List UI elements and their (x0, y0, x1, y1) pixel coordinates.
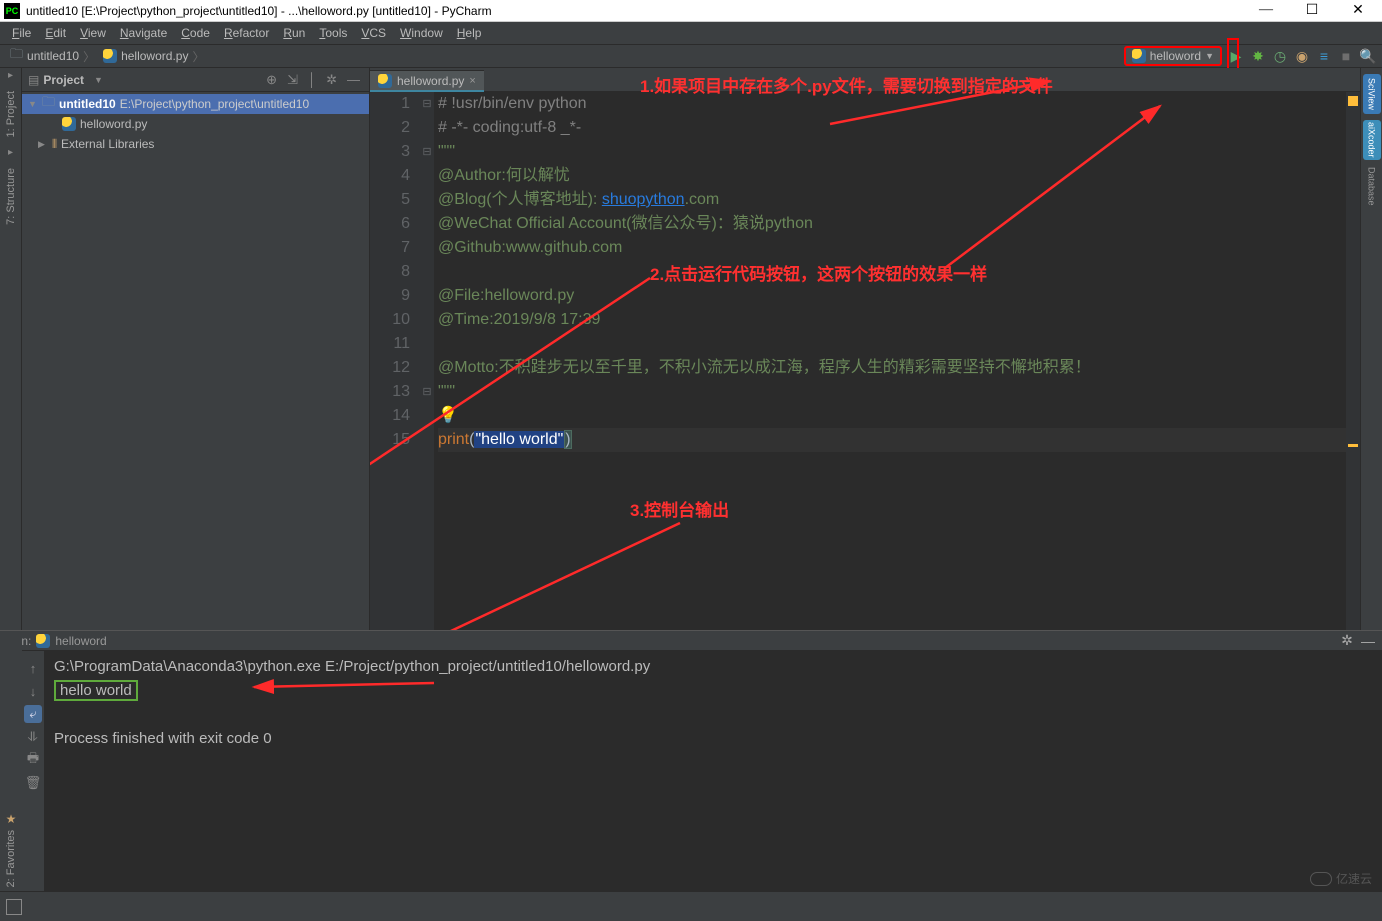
print-icon[interactable]: 🖶 (24, 751, 42, 769)
breadcrumb-file[interactable]: helloword.py 〉 (99, 48, 208, 65)
soft-wrap-icon[interactable]: ⤶ (24, 705, 42, 723)
python-file-icon (103, 49, 117, 63)
watermark-text: 亿速云 (1336, 870, 1372, 887)
folder-icon: 🗀 (10, 45, 23, 67)
tool-window-toggle[interactable] (6, 899, 22, 915)
tree-external-libraries[interactable]: ▶ ⫴ External Libraries (22, 134, 369, 154)
tree-root[interactable]: ▼ 🗀 untitled10 E:\Project\python_project… (22, 94, 369, 114)
breadcrumb-file-label: helloword.py (121, 49, 188, 63)
debug-button[interactable]: ✸ (1250, 48, 1266, 64)
menu-refactor[interactable]: Refactor (218, 24, 275, 42)
chevron-down-icon[interactable]: ▼ (94, 75, 103, 85)
breadcrumb-root[interactable]: 🗀 untitled10 〉 (6, 45, 99, 67)
left-bottom-rail: 2: Favorites ★ (0, 631, 22, 891)
stop-button[interactable]: ■ (1338, 48, 1354, 64)
menu-help[interactable]: Help (451, 24, 488, 42)
locate-icon[interactable]: ⊕ (263, 72, 280, 88)
pycharm-icon: PC (4, 3, 20, 19)
minimize-panel-icon[interactable]: — (1360, 633, 1376, 649)
python-file-icon (378, 74, 392, 88)
window-title: untitled10 [E:\Project\python_project\un… (26, 4, 1252, 18)
status-bar (0, 891, 1382, 921)
settings-icon[interactable]: ✲ (1339, 633, 1355, 649)
coverage-button[interactable]: ◷ (1272, 48, 1288, 64)
settings-icon[interactable]: ✲ (323, 72, 340, 88)
console-stdout: hello world (54, 680, 138, 701)
run-tool-window: Run: helloword ✲ — ▶ ■ ⏸ ⏏ ✕ ? ↑ ↓ ⤶ ⥥ 🖶… (0, 630, 1382, 891)
menu-run[interactable]: Run (277, 24, 311, 42)
editor-tab-label: helloword.py (397, 74, 464, 88)
python-file-icon (62, 117, 76, 131)
search-everywhere-button[interactable]: 🔍 (1360, 48, 1376, 64)
menu-edit[interactable]: Edit (39, 24, 72, 42)
menu-file[interactable]: File (6, 24, 37, 42)
favorites-tool-button[interactable]: 2: Favorites (5, 830, 17, 887)
tree-root-path: E:\Project\python_project\untitled10 (120, 97, 309, 111)
libraries-icon: ⫴ (52, 137, 57, 152)
aixcoder-tool-button[interactable]: aiXcoder (1363, 120, 1381, 160)
up-icon[interactable]: ↑ (24, 659, 42, 677)
chevron-down-icon: ▼ (1205, 51, 1214, 61)
editor-tab[interactable]: helloword.py × (370, 70, 484, 91)
python-file-icon (36, 634, 50, 648)
collapse-all-icon[interactable]: │ (305, 72, 319, 87)
structure-tool-button[interactable]: 7: Structure (5, 164, 17, 229)
watermark-logo (1310, 872, 1332, 886)
tree-file-name: helloword.py (80, 117, 147, 131)
tree-file[interactable]: helloword.py (22, 114, 369, 134)
expand-icon[interactable]: ⇲ (284, 72, 301, 88)
run-configuration-selector[interactable]: helloword ▼ (1124, 46, 1222, 66)
run-header-config: helloword (55, 634, 106, 648)
project-panel-title: Project (43, 73, 84, 87)
console-exit: Process finished with exit code 0 (54, 727, 1372, 751)
project-panel-header: ▤ Project ▼ ⊕ ⇲ │ ✲ — (22, 68, 369, 92)
menu-bar: FileEditViewNavigateCodeRefactorRunTools… (0, 22, 1382, 44)
close-tab-icon[interactable]: × (469, 75, 475, 87)
run-toolbar-secondary: ↑ ↓ ⤶ ⥥ 🖶 🗑 (22, 651, 44, 891)
down-icon[interactable]: ↓ (24, 682, 42, 700)
profile-button[interactable]: ◉ (1294, 48, 1310, 64)
menu-navigate[interactable]: Navigate (114, 24, 173, 42)
tree-extlib-label: External Libraries (61, 137, 154, 151)
close-button[interactable]: ✕ (1344, 2, 1372, 19)
run-header: Run: helloword ✲ — (0, 631, 1382, 651)
warning-indicator[interactable] (1348, 96, 1358, 106)
menu-view[interactable]: View (74, 24, 112, 42)
hide-icon[interactable]: — (344, 72, 363, 87)
annotation-arrow (244, 673, 444, 703)
menu-vcs[interactable]: VCS (355, 24, 392, 42)
watermark: 亿速云 (1310, 870, 1372, 887)
console-output[interactable]: G:\ProgramData\Anaconda3\python.exe E:/P… (44, 651, 1382, 891)
menu-tools[interactable]: Tools (313, 24, 353, 42)
database-tool-button[interactable]: Database (1363, 166, 1381, 206)
run-config-label: helloword (1150, 49, 1201, 63)
collapse-icon[interactable]: ▸ (8, 70, 13, 81)
scroll-end-icon[interactable]: ⥥ (24, 728, 42, 746)
clear-icon[interactable]: 🗑 (24, 774, 42, 792)
concurrency-button[interactable]: ≡ (1316, 48, 1332, 64)
navigation-bar: 🗀 untitled10 〉 helloword.py 〉 helloword … (0, 44, 1382, 68)
line-warning-marker[interactable] (1348, 444, 1358, 447)
python-file-icon (1132, 49, 1146, 63)
minimize-button[interactable]: — (1252, 2, 1280, 19)
maximize-button[interactable]: ☐ (1298, 2, 1326, 19)
project-tool-button[interactable]: 1: Project (5, 87, 17, 141)
title-bar: PC untitled10 [E:\Project\python_project… (0, 0, 1382, 22)
tree-root-name: untitled10 (59, 97, 116, 111)
sciview-tool-button[interactable]: SciView (1363, 74, 1381, 114)
breadcrumb-root-label: untitled10 (27, 49, 79, 63)
menu-code[interactable]: Code (175, 24, 216, 42)
folder-icon: 🗀 (42, 93, 55, 115)
collapse-icon[interactable]: ▸ (8, 147, 13, 158)
editor-tab-bar: helloword.py × (370, 68, 1360, 92)
menu-window[interactable]: Window (394, 24, 449, 42)
star-icon: ★ (6, 812, 17, 826)
